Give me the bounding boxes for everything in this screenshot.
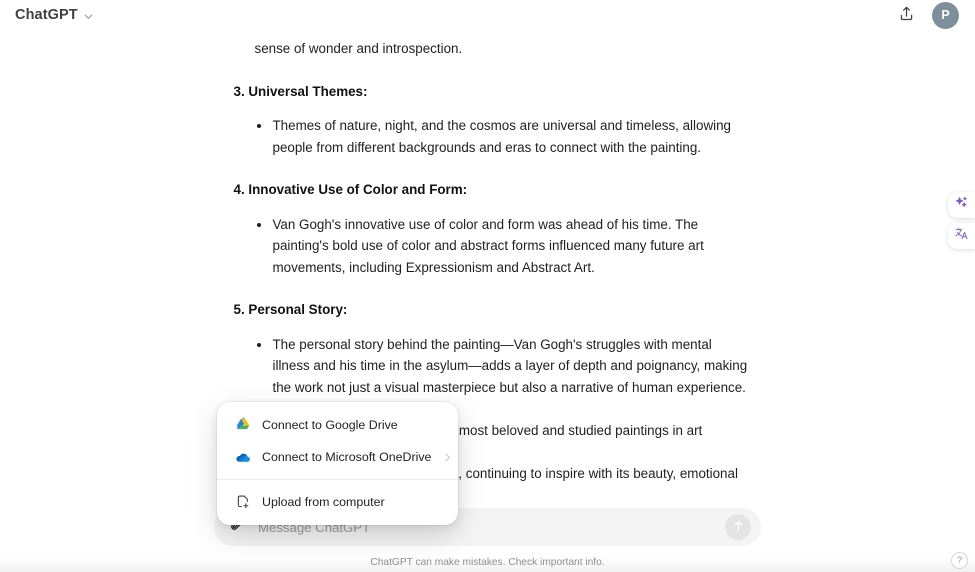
sparkle-ai-icon [954, 195, 969, 215]
google-drive-icon [234, 417, 251, 434]
section-heading-4: 4. Innovative Use of Color and Form: [233, 182, 468, 197]
share-upload-icon [898, 5, 915, 25]
list-item: The personal story behind the painting—V… [255, 334, 748, 399]
arrow-up-icon [731, 518, 746, 536]
menu-item-connect-onedrive[interactable]: Connect to Microsoft OneDrive [222, 441, 453, 473]
attachment-menu-popup: Connect to Google Drive Connect to Micro… [217, 402, 458, 525]
composer-container [0, 508, 975, 546]
user-avatar[interactable]: P [932, 1, 959, 29]
section-5-bullet-list: The personal story behind the painting—V… [234, 334, 748, 399]
menu-item-connect-google-drive[interactable]: Connect to Google Drive [222, 409, 453, 441]
ai-assist-button[interactable] [948, 192, 975, 218]
floating-side-widgets [948, 192, 975, 249]
app-header: ChatGPT P [0, 0, 975, 30]
list-item: Van Gogh's innovative use of color and f… [255, 214, 748, 279]
onedrive-cloud-icon [234, 449, 251, 466]
send-button[interactable] [725, 514, 751, 540]
section-3-bullet-list: Themes of nature, night, and the cosmos … [234, 115, 748, 158]
brand-title: ChatGPT [15, 7, 78, 23]
menu-divider [217, 479, 458, 480]
continued-paragraph: sense of wonder and introspection. [254, 41, 463, 56]
disclaimer-text: ChatGPT can make mistakes. Check importa… [370, 557, 605, 568]
header-actions: P [893, 1, 959, 29]
list-item: Themes of nature, night, and the cosmos … [255, 115, 748, 158]
chevron-right-icon [442, 451, 453, 463]
help-button[interactable]: ? [951, 552, 968, 569]
section-heading-5: 5. Personal Story: [233, 302, 348, 317]
section-heading-3: 3. Universal Themes: [233, 83, 368, 99]
chatgpt-app-window: ChatGPT P sense of wonder and introspect… [0, 0, 975, 572]
menu-item-label: Upload from computer [262, 495, 385, 509]
translate-button[interactable] [948, 223, 975, 249]
upload-file-icon [234, 494, 251, 511]
model-selector-button[interactable]: ChatGPT [8, 4, 101, 26]
menu-item-upload-from-computer[interactable]: Upload from computer [222, 486, 453, 518]
share-button[interactable] [893, 2, 919, 28]
conversation-scroll-area[interactable]: sense of wonder and introspection. 3. Un… [0, 30, 975, 510]
chevron-down-icon [83, 11, 94, 22]
section-4-bullet-list: Van Gogh's innovative use of color and f… [234, 214, 748, 279]
menu-item-label: Connect to Microsoft OneDrive [262, 450, 432, 464]
menu-item-label: Connect to Google Drive [262, 418, 398, 432]
translate-icon [954, 226, 969, 246]
